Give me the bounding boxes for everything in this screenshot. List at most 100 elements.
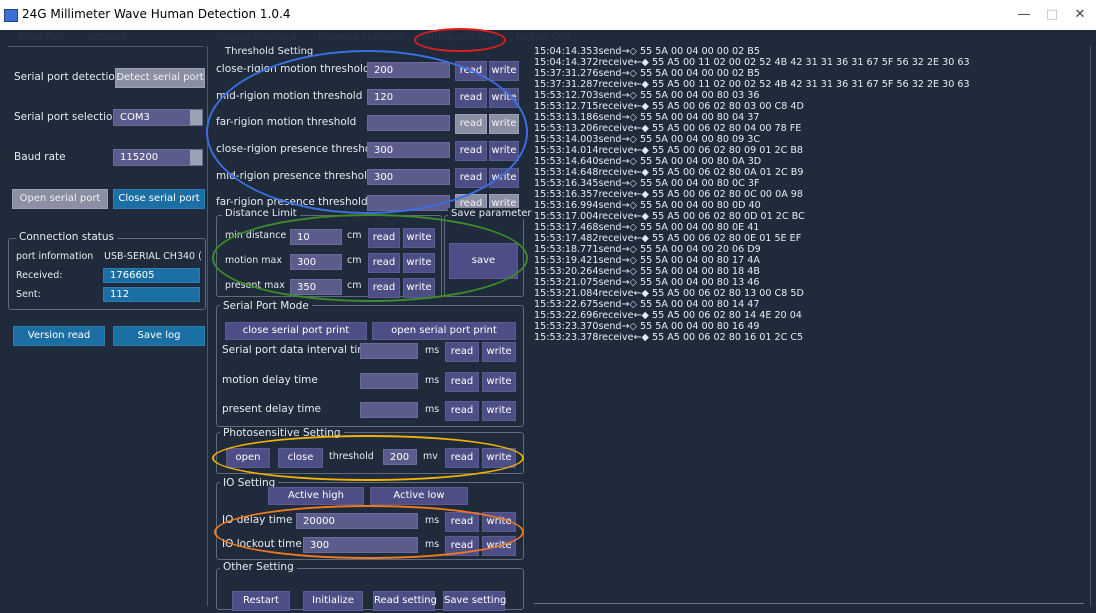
present-delay-read-button[interactable]: read xyxy=(445,401,479,421)
close-motion-threshold-label: close-rigion motion threshold xyxy=(216,63,370,75)
close-serial-port-print-button[interactable]: close serial port print xyxy=(225,322,367,340)
io-lockout-input[interactable]: 300 xyxy=(303,537,418,553)
min-distance-input[interactable]: 10 xyxy=(290,229,342,245)
motion-delay-write-button[interactable]: write xyxy=(482,372,516,392)
log-line: 15:53:17.482receive←◆ 55 A5 00 06 02 80 … xyxy=(534,233,802,244)
close-presence-threshold-write-button[interactable]: write xyxy=(489,141,519,161)
mid-motion-threshold-write-button[interactable]: write xyxy=(489,88,519,108)
io-delay-unit: ms xyxy=(425,515,440,526)
io-delay-write-button[interactable]: write xyxy=(482,512,516,532)
restart-button[interactable]: Restart xyxy=(232,591,290,611)
log-line: 15:37:31.287receive←◆ 55 A5 00 11 02 00 … xyxy=(534,79,970,90)
motion-delay-read-button[interactable]: read xyxy=(445,372,479,392)
serial-port-select[interactable]: COM3 xyxy=(113,109,203,126)
log-line: 15:04:14.372receive←◆ 55 A5 00 11 02 00 … xyxy=(534,57,970,68)
data-interval-unit: ms xyxy=(425,345,440,356)
present-max-read-button[interactable]: read xyxy=(368,278,400,298)
photosensitive-close-button[interactable]: close xyxy=(278,448,323,468)
mid-motion-threshold-read-button[interactable]: read xyxy=(455,88,487,108)
log-line: 15:53:14.014receive←◆ 55 A5 00 06 02 80 … xyxy=(534,145,804,156)
dropdown-arrow-icon xyxy=(190,110,202,125)
log-line: 15:53:16.994send→◇ 55 5A 00 04 00 80 0D … xyxy=(534,200,761,211)
photosensitive-write-button[interactable]: write xyxy=(482,448,516,468)
save-setting-button[interactable]: Save setting xyxy=(443,591,506,611)
tab-serial-port[interactable]: Srrial Port xyxy=(18,30,65,46)
close-motion-threshold-read-button[interactable]: read xyxy=(455,61,487,81)
motion-max-read-button[interactable]: read xyxy=(368,253,400,273)
present-delay-input[interactable] xyxy=(360,402,418,418)
photosensitive-title: Photosensitive Setting xyxy=(220,427,344,439)
present-max-write-button[interactable]: write xyxy=(403,278,435,298)
baud-rate-value: 115200 xyxy=(120,152,159,163)
io-lockout-write-button[interactable]: write xyxy=(482,536,516,556)
motion-max-input[interactable]: 300 xyxy=(290,254,342,270)
present-max-unit: cm xyxy=(347,280,362,291)
data-interval-read-button[interactable]: read xyxy=(445,342,479,362)
log-line: 15:53:23.378receive←◆ 55 A5 00 06 02 80 … xyxy=(534,332,804,343)
tab-ota[interactable]: OTA xyxy=(552,30,571,46)
photosensitive-open-button[interactable]: open xyxy=(226,448,270,468)
photosensitive-threshold-label: threshold xyxy=(329,451,374,462)
mid-presence-threshold-read-button[interactable]: read xyxy=(455,168,487,188)
window-title: 24G Millimeter Wave Human Detection 1.0.… xyxy=(22,7,291,21)
open-serial-port-print-button[interactable]: open serial port print xyxy=(372,322,516,340)
tab-network[interactable]: network xyxy=(88,30,127,46)
serial-log-area[interactable]: 15:04:14.353send→◇ 55 5A 00 04 00 00 02 … xyxy=(534,46,1084,606)
baud-rate-select[interactable]: 115200 xyxy=(113,149,203,166)
log-line: 15:53:23.370send→◇ 55 5A 00 04 00 80 16 … xyxy=(534,321,760,332)
mid-presence-threshold-write-button[interactable]: write xyxy=(489,168,519,188)
received-count: 1766605 xyxy=(103,268,200,283)
io-lockout-read-button[interactable]: read xyxy=(445,536,479,556)
save-log-button[interactable]: Save log xyxy=(113,326,205,346)
photosensitive-read-button[interactable]: read xyxy=(445,448,479,468)
save-parameter-button[interactable]: save xyxy=(449,243,518,279)
data-interval-input[interactable] xyxy=(360,343,418,359)
active-low-button[interactable]: Active low xyxy=(370,487,468,505)
io-delay-input[interactable]: 20000 xyxy=(296,513,418,529)
mid-presence-threshold-input[interactable]: 300 xyxy=(367,169,450,185)
initialize-button[interactable]: Initialize xyxy=(303,591,363,611)
min-distance-label: min distance xyxy=(225,230,287,241)
photosensitive-threshold-input[interactable]: 200 xyxy=(383,449,417,465)
close-presence-threshold-label: close-rigion presence threshold xyxy=(216,143,381,155)
data-interval-write-button[interactable]: write xyxy=(482,342,516,362)
log-line: 15:53:18.771send→◇ 55 5A 00 04 00 20 06 … xyxy=(534,244,761,255)
present-max-input[interactable]: 350 xyxy=(290,279,342,295)
read-setting-button[interactable]: Read setting xyxy=(373,591,437,611)
close-presence-threshold-input[interactable]: 300 xyxy=(367,142,450,158)
motion-delay-input[interactable] xyxy=(360,373,418,389)
open-serial-port-button[interactable]: Open serial port xyxy=(12,189,108,209)
log-line: 15:53:12.715receive←◆ 55 A5 00 06 02 80 … xyxy=(534,101,804,112)
io-lockout-unit: ms xyxy=(425,539,440,550)
threshold-setting-title: Threshold Setting xyxy=(222,46,317,57)
far-presence-threshold-input[interactable] xyxy=(367,195,450,211)
data-interval-label: Serial port data interval time xyxy=(222,344,374,356)
min-distance-write-button[interactable]: write xyxy=(403,228,435,248)
far-motion-threshold-write-button[interactable]: write xyxy=(489,114,519,134)
serial-selection-label: Serial port selection xyxy=(14,111,120,123)
present-delay-write-button[interactable]: write xyxy=(482,401,516,421)
version-read-button[interactable]: Version read xyxy=(13,326,105,346)
far-motion-threshold-read-button[interactable]: read xyxy=(455,114,487,134)
motion-max-label: motion max xyxy=(225,255,282,266)
min-distance-read-button[interactable]: read xyxy=(368,228,400,248)
io-delay-read-button[interactable]: read xyxy=(445,512,479,532)
close-serial-port-button[interactable]: Close serial port xyxy=(113,189,205,209)
tab-display-interface[interactable]: Display interface xyxy=(216,30,296,46)
far-motion-threshold-input[interactable] xyxy=(367,115,450,131)
log-line: 15:53:14.003send→◇ 55 5A 00 04 00 80 09 … xyxy=(534,134,761,145)
detect-serial-port-button[interactable]: Detect serial port xyxy=(115,68,205,88)
close-icon[interactable]: ✕ xyxy=(1062,4,1096,26)
motion-max-write-button[interactable]: write xyxy=(403,253,435,273)
tab-distance-statistics[interactable]: Distance statistics xyxy=(318,30,405,46)
motion-delay-unit: ms xyxy=(425,375,440,386)
mid-motion-threshold-input[interactable]: 120 xyxy=(367,89,450,105)
tab-debug[interactable]: Debug xyxy=(516,30,547,46)
close-motion-threshold-write-button[interactable]: write xyxy=(489,61,519,81)
log-line: 15:37:31.276send→◇ 55 5A 00 04 00 00 02 … xyxy=(534,68,760,79)
close-presence-threshold-read-button[interactable]: read xyxy=(455,141,487,161)
tab-setting-interface[interactable]: Setting interface xyxy=(419,30,498,46)
close-motion-threshold-input[interactable]: 200 xyxy=(367,62,450,78)
log-line: 15:53:14.648receive←◆ 55 A5 00 06 02 80 … xyxy=(534,167,804,178)
active-high-button[interactable]: Active high xyxy=(268,487,364,505)
